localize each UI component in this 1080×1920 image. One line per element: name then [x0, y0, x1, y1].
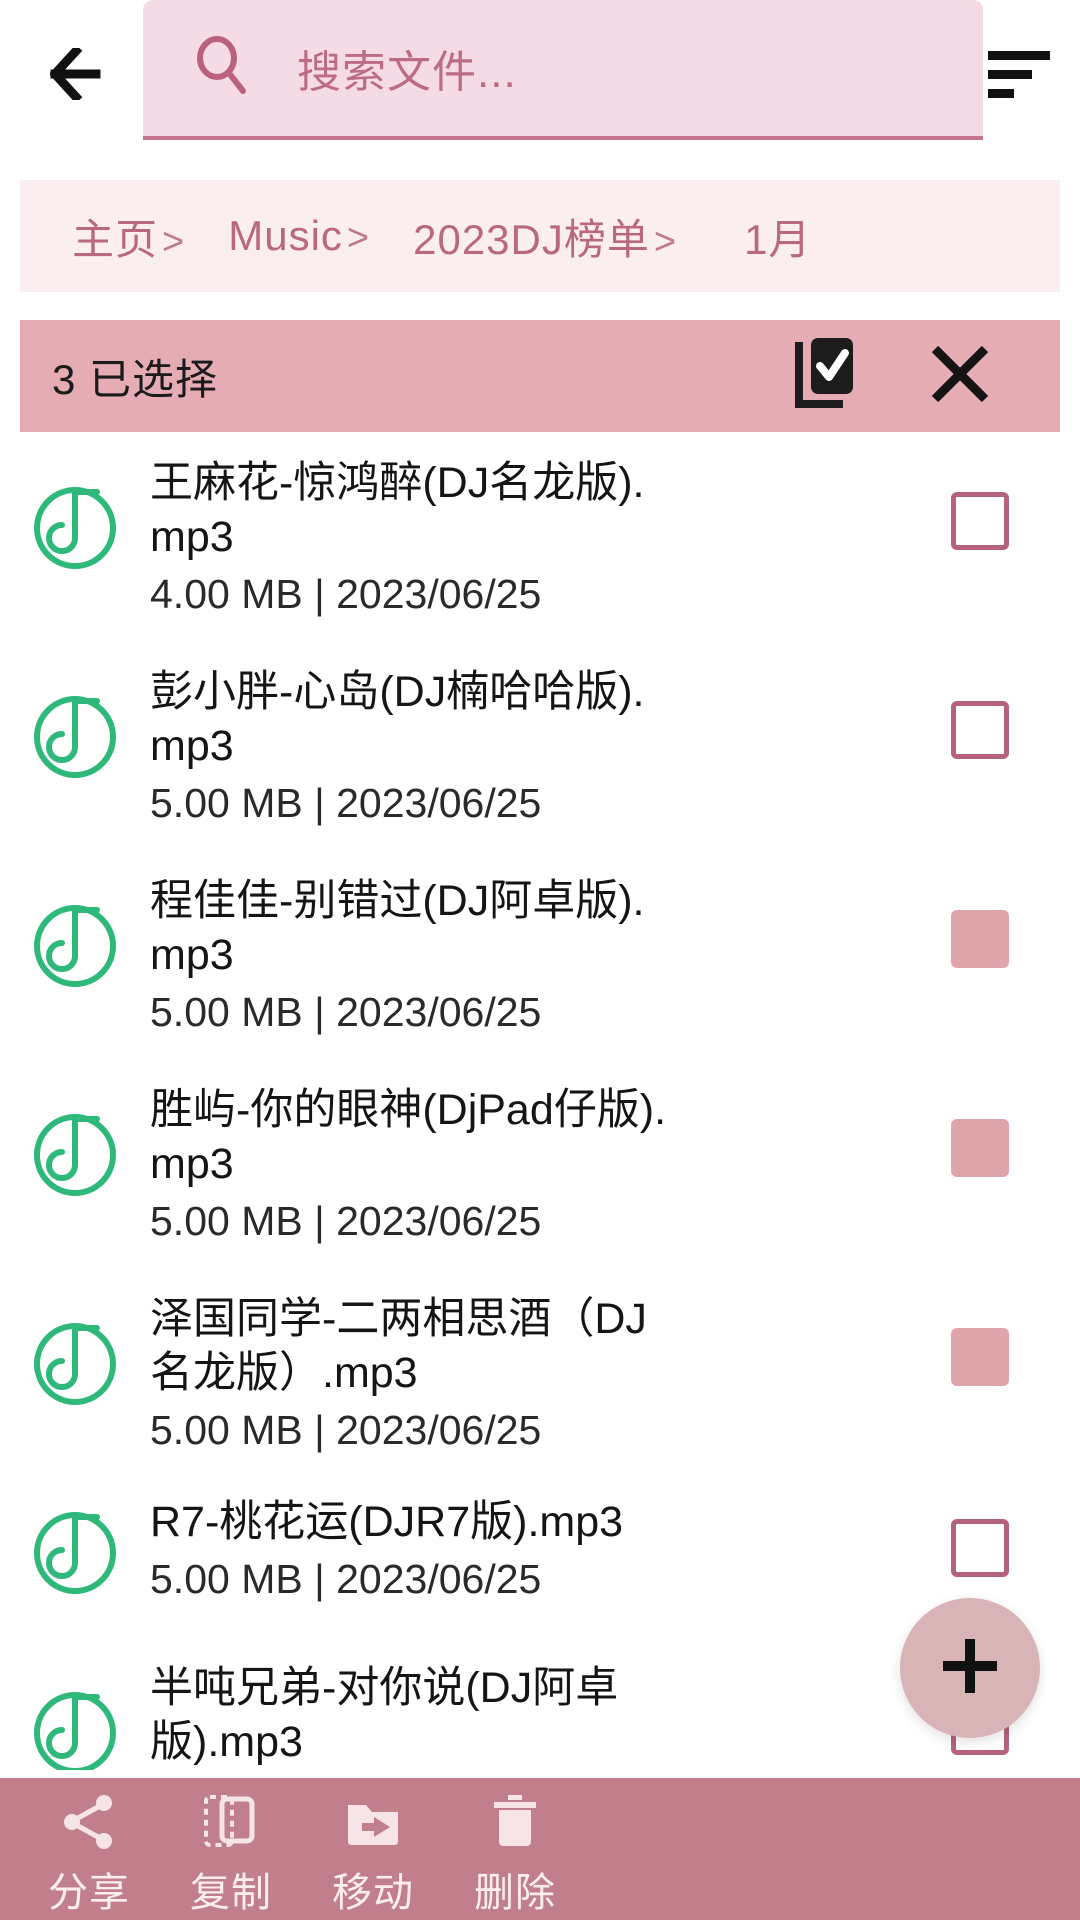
file-subtitle: 4.00 MB | 2023/06/25 — [150, 571, 542, 617]
selected-count-label: 3 已选择 — [52, 355, 219, 403]
plus-icon — [939, 1635, 1001, 1702]
file-subtitle: 5.00 MB | 2023/06/25 — [150, 1407, 542, 1453]
file-subtitle: 5.00 MB | 2023/06/25 — [150, 1556, 542, 1602]
search-icon — [193, 35, 249, 101]
file-name: 半吨兄弟-对你说(DJ阿卓版).mp3 — [150, 1664, 619, 1766]
breadcrumb-item-home[interactable]: 主页 > — [72, 206, 228, 267]
music-file-icon — [0, 1276, 150, 1408]
breadcrumb-label: 1月 — [744, 215, 812, 263]
chevron-right-icon: > — [653, 220, 677, 263]
selection-action-bar: 3 已选择 — [20, 320, 1060, 432]
file-name: 彭小胖-心岛(DJ楠哈哈版).mp3 — [150, 668, 645, 770]
chevron-right-icon: > — [162, 220, 185, 263]
bottom-action-bar: 分享 复制 移动 删除 — [0, 1778, 1080, 1920]
table-row[interactable]: 泽国同学-二两相思酒（DJ名龙版）.mp3 5.00 MB | 2023/06/… — [0, 1276, 1080, 1485]
file-checkbox-cell[interactable] — [880, 649, 1080, 759]
file-meta: R7-桃花运(DJR7版).mp3 5.00 MB | 2023/06/25 — [150, 1485, 880, 1605]
file-checkbox[interactable] — [951, 701, 1009, 759]
breadcrumb-item-2023dj[interactable]: 2023DJ榜单 > — [413, 206, 720, 267]
file-meta: 彭小胖-心岛(DJ楠哈哈版).mp3 5.00 MB | 2023/06/25 — [150, 649, 880, 829]
file-checkbox-cell[interactable] — [880, 1067, 1080, 1177]
search-field[interactable]: 搜索文件... — [143, 0, 983, 140]
file-name: 泽国同学-二两相思酒（DJ名龙版）.mp3 — [150, 1295, 647, 1397]
select-all-checkbox-icon — [791, 336, 861, 417]
trash-icon — [486, 1792, 544, 1852]
search-placeholder: 搜索文件... — [297, 48, 517, 97]
sort-button[interactable] — [976, 34, 1062, 118]
delete-label: 删除 — [474, 1871, 556, 1915]
select-all-button[interactable] — [780, 330, 872, 422]
file-checkbox[interactable] — [951, 1328, 1009, 1386]
move-button[interactable]: 移动 — [302, 1778, 444, 1920]
file-checkbox-cell[interactable] — [880, 858, 1080, 968]
music-file-icon — [0, 1485, 150, 1597]
table-row[interactable]: 王麻花-惊鸿醉(DJ名龙版).mp3 4.00 MB | 2023/06/25 — [0, 440, 1080, 649]
add-button[interactable] — [900, 1598, 1040, 1738]
share-icon — [60, 1792, 118, 1852]
breadcrumb-item-current[interactable]: 1月 — [744, 206, 811, 267]
close-icon — [929, 343, 991, 410]
share-button[interactable]: 分享 — [18, 1778, 160, 1920]
music-file-icon — [0, 1645, 150, 1770]
move-label: 移动 — [332, 1871, 414, 1915]
file-subtitle: 5.00 MB | 2023/06/25 — [150, 780, 542, 826]
move-folder-icon — [344, 1792, 402, 1852]
share-label: 分享 — [48, 1871, 130, 1915]
chevron-right-icon: > — [346, 217, 370, 259]
table-row[interactable]: 程佳佳-别错过(DJ阿卓版).mp3 5.00 MB | 2023/06/25 — [0, 858, 1080, 1067]
file-checkbox[interactable] — [951, 1119, 1009, 1177]
file-subtitle: 5.00 MB | 2023/06/25 — [150, 1198, 542, 1244]
breadcrumb-label: 2023DJ榜单 — [413, 215, 650, 263]
copy-label: 复制 — [190, 1871, 272, 1915]
file-checkbox-cell[interactable] — [880, 1485, 1080, 1577]
delete-button[interactable]: 删除 — [444, 1778, 586, 1920]
exit-selection-button[interactable] — [914, 330, 1006, 422]
file-checkbox[interactable] — [951, 1519, 1009, 1577]
file-name: 胜屿-你的眼神(DjPad仔版).mp3 — [150, 1086, 667, 1188]
copy-icon — [202, 1792, 260, 1852]
file-meta: 王麻花-惊鸿醉(DJ名龙版).mp3 4.00 MB | 2023/06/25 — [150, 440, 880, 620]
file-meta: 程佳佳-别错过(DJ阿卓版).mp3 5.00 MB | 2023/06/25 — [150, 858, 880, 1038]
file-checkbox-cell[interactable] — [880, 1276, 1080, 1386]
file-meta: 胜屿-你的眼神(DjPad仔版).mp3 5.00 MB | 2023/06/2… — [150, 1067, 880, 1247]
file-checkbox-cell[interactable] — [880, 440, 1080, 550]
file-name: 王麻花-惊鸿醉(DJ名龙版).mp3 — [150, 459, 645, 561]
sort-icon — [988, 49, 1050, 104]
file-checkbox[interactable] — [951, 492, 1009, 550]
breadcrumb-label: 主页 — [72, 215, 159, 263]
table-row[interactable]: 胜屿-你的眼神(DjPad仔版).mp3 5.00 MB | 2023/06/2… — [0, 1067, 1080, 1276]
top-bar: 搜索文件... — [0, 0, 1080, 148]
file-name: 程佳佳-别错过(DJ阿卓版).mp3 — [150, 877, 645, 979]
file-list[interactable]: 王麻花-惊鸿醉(DJ名龙版).mp3 4.00 MB | 2023/06/25 … — [0, 440, 1080, 1770]
file-checkbox[interactable] — [951, 910, 1009, 968]
breadcrumb: 主页 > Music > 2023DJ榜单 > 1月 — [20, 180, 1060, 292]
back-button[interactable] — [36, 34, 130, 118]
file-name: R7-桃花运(DJR7版).mp3 — [150, 1498, 624, 1546]
arrow-left-icon — [48, 44, 116, 105]
file-subtitle: 5.00 MB | 2023/06/25 — [150, 989, 542, 1035]
copy-button[interactable]: 复制 — [160, 1778, 302, 1920]
music-file-icon — [0, 440, 150, 572]
file-meta: 半吨兄弟-对你说(DJ阿卓版).mp3 — [150, 1645, 880, 1770]
breadcrumb-item-music[interactable]: Music > — [228, 212, 413, 260]
music-file-icon — [0, 1067, 150, 1199]
music-file-icon — [0, 649, 150, 781]
table-row[interactable]: 彭小胖-心岛(DJ楠哈哈版).mp3 5.00 MB | 2023/06/25 — [0, 649, 1080, 858]
music-file-icon — [0, 858, 150, 990]
file-meta: 泽国同学-二两相思酒（DJ名龙版）.mp3 5.00 MB | 2023/06/… — [150, 1276, 880, 1456]
breadcrumb-label: Music — [228, 212, 343, 259]
